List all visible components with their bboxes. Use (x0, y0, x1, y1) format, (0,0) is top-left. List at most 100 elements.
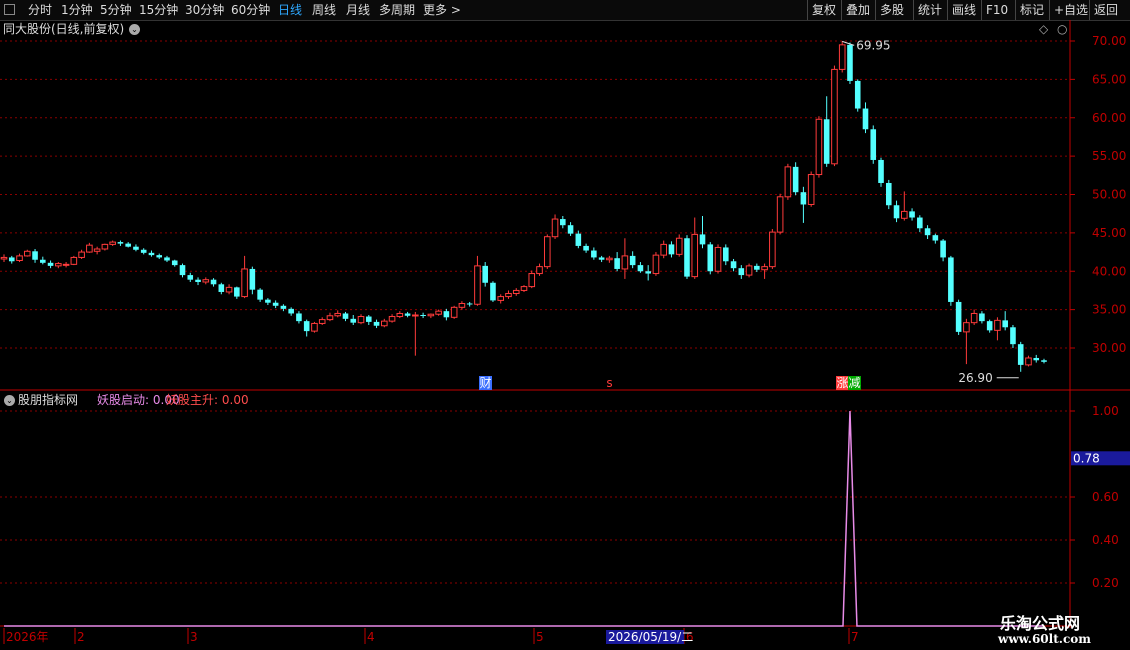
period-toolbar: 分时 1分钟 5分钟 15分钟 30分钟 60分钟 日线 周线 月线 多周期 更多 > 复权 叠加 多股统… (0, 0, 1130, 21)
candle-down (575, 233, 582, 246)
price-tick-label: 70.00 (1092, 34, 1126, 48)
candle-up (225, 286, 233, 293)
candle-down (234, 287, 240, 297)
candle-up (86, 244, 93, 253)
candle-up (745, 265, 753, 276)
candle-down (878, 159, 884, 183)
price-tick-label: 35.00 (1092, 303, 1126, 317)
grid-icon[interactable] (4, 4, 15, 15)
toolbar-action-1[interactable]: 叠加 (841, 0, 875, 20)
candle-up (497, 296, 505, 301)
candle-down (296, 313, 302, 322)
candle-up (901, 210, 908, 219)
candle-up (512, 289, 520, 295)
candle-down (591, 250, 597, 258)
toolbar-action-8[interactable]: 返回 (1089, 0, 1123, 20)
diamond-icon[interactable]: ◇ (1039, 22, 1048, 36)
candle-up (202, 279, 210, 283)
close-icon[interactable]: ○ (1057, 22, 1067, 36)
candle-up (23, 250, 31, 257)
candle-down (940, 240, 946, 258)
candle-up (660, 243, 667, 256)
candle-up (769, 231, 776, 268)
candle-down (567, 225, 574, 234)
candle-up (543, 236, 551, 268)
period-tab-2[interactable]: 5分钟 (100, 2, 132, 18)
price-tick-label: 40.00 (1092, 264, 1126, 278)
candle-down (272, 302, 279, 306)
candle-down (490, 282, 496, 301)
candle-down (885, 182, 892, 206)
chevron-down-icon[interactable]: ⌄ (129, 24, 140, 35)
candle-down (823, 119, 830, 164)
date-label: 7 (851, 630, 859, 644)
candle-down (365, 316, 372, 322)
period-tab-4[interactable]: 30分钟 (185, 2, 224, 18)
candle-down (140, 249, 147, 253)
period-tab-5[interactable]: 60分钟 (231, 2, 270, 18)
candle-down (1002, 320, 1008, 328)
toolbar-action-2[interactable]: 多股 (875, 0, 913, 20)
candle-down (164, 257, 170, 261)
indicator-series-line (4, 410, 1044, 627)
candle-down (466, 303, 473, 305)
period-tab-10[interactable]: 更多 > (423, 2, 461, 18)
period-tab-1[interactable]: 1分钟 (61, 2, 93, 18)
period-tab-9[interactable]: 多周期 (379, 2, 415, 18)
low-label: 26.90 (958, 371, 992, 385)
period-tab-0[interactable]: 分时 (28, 2, 52, 18)
toolbar-action-0[interactable]: 复权 (807, 0, 841, 20)
toolbar-action-7[interactable]: +自选 (1049, 0, 1089, 20)
candle-down (699, 234, 706, 245)
candle-down (800, 192, 807, 205)
candle-down (598, 257, 605, 260)
candle-up (714, 246, 722, 272)
candle-down (187, 275, 194, 280)
toolbar-action-3[interactable]: 统计 (913, 0, 947, 20)
candle-down (909, 211, 915, 218)
candle-down (614, 258, 620, 269)
period-tab-8[interactable]: 月线 (346, 2, 370, 18)
candle-down (645, 271, 651, 274)
candle-down (1033, 357, 1040, 361)
toolbar-action-5[interactable]: F10 (981, 0, 1015, 20)
date-label: 2026年 (6, 630, 49, 644)
candle-up (334, 312, 342, 317)
indicator-menu-icon[interactable]: ⌄ (4, 395, 15, 406)
candle-down (47, 262, 54, 266)
candle-up (970, 312, 978, 324)
event-marker: 财 (479, 376, 491, 390)
toolbar-action-6[interactable]: 标记 (1015, 0, 1049, 20)
candle-up (761, 266, 768, 271)
candle-down (862, 108, 869, 130)
watermark-url: www.60lt.com (998, 632, 1091, 646)
candle-down (280, 305, 287, 309)
price-tick-label: 30.00 (1092, 341, 1126, 355)
candle-up (450, 306, 458, 318)
candle-down (637, 265, 644, 272)
cursor-value-label: 0.78 (1073, 451, 1100, 465)
price-tick-label: 50.00 (1092, 188, 1126, 202)
candle-up (109, 241, 116, 245)
candle-down (171, 260, 178, 266)
candle-down (350, 318, 357, 323)
candle-down (955, 301, 962, 332)
period-tab-3[interactable]: 15分钟 (139, 2, 178, 18)
period-tab-6[interactable]: 日线 (278, 2, 302, 18)
candle-up (963, 322, 970, 333)
candle-up (784, 166, 792, 198)
period-tab-7[interactable]: 周线 (312, 2, 336, 18)
candle-up (101, 243, 109, 250)
candle-down (754, 265, 760, 270)
candle-down (792, 166, 799, 193)
candle-down (218, 284, 225, 292)
stock-chart: 70.00 65.00 60.00 55.00 50.00 45.00 40.00 35.00… (0, 20, 1130, 644)
candle-up (326, 315, 334, 321)
candle-down (730, 261, 737, 269)
candle-down (986, 321, 993, 331)
watermark-logo: 乐淘公式网 (1000, 614, 1081, 633)
toolbar-action-4[interactable]: 画线 (947, 0, 981, 20)
candle-up (520, 286, 528, 291)
candle-down (303, 321, 310, 332)
candle-down (1010, 327, 1016, 345)
